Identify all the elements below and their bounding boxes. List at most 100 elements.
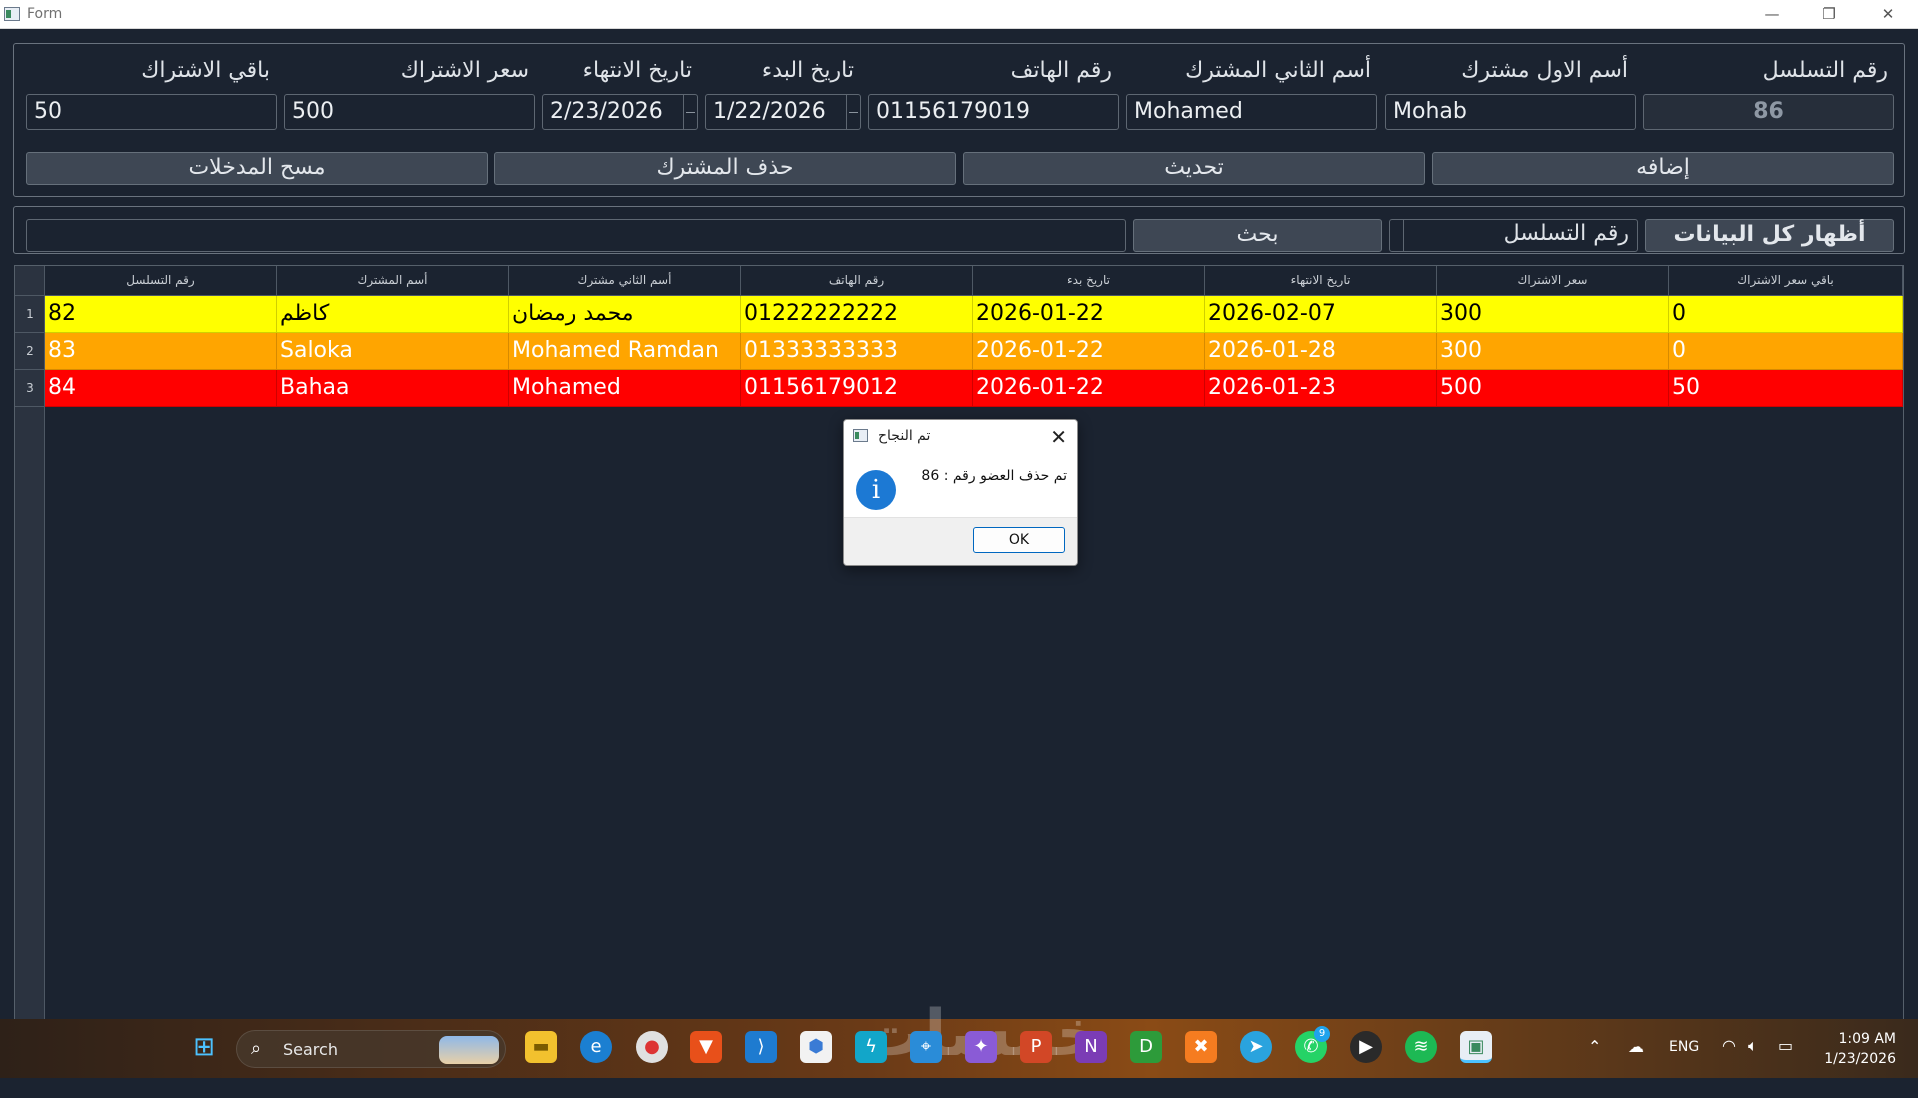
table-cell[interactable]: 500 [1437,370,1669,407]
remaining-field[interactable]: 50 [26,94,277,130]
table-cell[interactable]: 84 [45,370,277,407]
spotify-icon[interactable]: ≋ [1405,1031,1437,1063]
dialog-app-icon [853,429,868,442]
close-button[interactable]: ✕ [1868,3,1908,25]
table-row[interactable]: 83 Saloka Mohamed Ramdan 01333333333 202… [45,333,1903,370]
chrome-icon[interactable]: ● [636,1031,668,1063]
search-input[interactable] [26,219,1126,252]
app-pin-icon[interactable]: ⌖ [910,1031,942,1063]
table-cell[interactable]: 2026-01-28 [1205,333,1437,370]
show-all-button[interactable]: أظهار كل البيانات [1645,219,1894,252]
start-date-field[interactable]: 1/22/2026 [705,94,861,130]
end-date-field[interactable]: 2/23/2026 [542,94,698,130]
restore-button[interactable]: ❐ [1809,3,1849,25]
wifi-icon[interactable]: ◠ [1722,1036,1736,1095]
end-date-spinner[interactable] [683,95,697,129]
delete-subscriber-button[interactable]: حذف المشترك [494,152,956,185]
table-cell[interactable]: 2026-01-22 [973,370,1205,407]
price-field[interactable]: 500 [284,94,535,130]
table-cell[interactable]: 300 [1437,333,1669,370]
clear-inputs-button[interactable]: مسح المدخلات [26,152,488,185]
phone-field[interactable]: 01156179019 [868,94,1119,130]
onenote-icon[interactable]: N [1075,1031,1107,1063]
column-header-second-name[interactable]: أسم الثاني مشترك [509,266,741,296]
table-cell[interactable]: Saloka [277,333,509,370]
app-d-icon[interactable]: D [1130,1031,1162,1063]
second-name-field[interactable]: Mohamed [1126,94,1377,130]
vscode-icon[interactable]: ⟩ [745,1031,777,1063]
table-cell[interactable]: 01333333333 [741,333,973,370]
table-cell[interactable]: 2026-01-22 [973,296,1205,333]
windows-start-icon[interactable]: ⊞ [188,1031,220,1063]
table-row[interactable]: 82 كاظم محمد رمضان 01222222222 2026-01-2… [45,296,1903,333]
table-cell[interactable]: Bahaa [277,370,509,407]
table-corner-button[interactable] [15,266,45,296]
ok-button[interactable]: OK [973,527,1065,553]
telegram-icon[interactable]: ➤ [1240,1031,1272,1063]
table-cell[interactable]: 0 [1669,333,1903,370]
table-header: رقم التسلسل أسم المشترك أسم الثاني مشترك… [15,266,1903,296]
end-date-label: تاريخ الانتهاء [582,58,692,83]
update-button[interactable]: تحديث [963,152,1425,185]
column-header-phone[interactable]: رقم الهاتف [741,266,973,296]
xampp-icon[interactable]: ✖ [1185,1031,1217,1063]
table-cell[interactable]: Mohamed Ramdan [509,333,741,370]
table-cell[interactable]: 50 [1669,370,1903,407]
taskbar-clock[interactable]: 1:09 AM 1/23/2026 [1824,1029,1896,1069]
clock-date: 1/23/2026 [1824,1051,1896,1067]
search-field-selected: رقم التسلسل [1503,221,1629,246]
battery-icon[interactable]: ▭ [1778,1036,1793,1095]
taskbar-search[interactable]: ⌕ Search [236,1030,506,1068]
column-header-price[interactable]: سعر الاشتراك [1437,266,1669,296]
table-cell[interactable]: 0 [1669,296,1903,333]
dialog-close-icon[interactable]: ✕ [1050,425,1067,449]
visual-studio-icon[interactable]: ✦ [965,1031,997,1063]
table-cell[interactable]: 01156179012 [741,370,973,407]
app-bolt-icon[interactable]: ϟ [855,1031,887,1063]
row-header[interactable]: 3 [15,370,45,407]
row-header[interactable]: 1 [15,296,45,333]
brave-icon[interactable]: ▼ [690,1031,722,1063]
serial-label: رقم التسلسل [1762,58,1888,83]
cloud-off-icon[interactable]: ☁ [1628,1037,1644,1096]
table-cell[interactable]: 01222222222 [741,296,973,333]
table-cell[interactable]: 300 [1437,296,1669,333]
table-cell[interactable]: Mohamed [509,370,741,407]
chevron-up-icon[interactable]: ⌃ [1588,1037,1601,1096]
column-header-end-date[interactable]: تاريخ الانتهاء [1205,266,1437,296]
add-button[interactable]: إضافه [1432,152,1894,185]
table-cell[interactable]: كاظم [277,296,509,333]
table-cell[interactable]: محمد رمضان [509,296,741,333]
form-app-taskbar-icon[interactable]: ▣ [1460,1031,1492,1063]
table-cell[interactable]: 2026-01-23 [1205,370,1437,407]
column-header-first-name[interactable]: أسم المشترك [277,266,509,296]
column-header-remaining[interactable]: باقي سعر الاشتراك [1669,266,1903,296]
column-header-start-date[interactable]: تاريخ بدء [973,266,1205,296]
column-header-serial[interactable]: رقم التسلسل [45,266,277,296]
app-cube-icon[interactable]: ⬢ [800,1031,832,1063]
first-name-field[interactable]: Mohab [1385,94,1636,130]
file-explorer-icon[interactable]: ▬ [525,1031,557,1063]
minimize-button[interactable]: — [1752,3,1792,25]
window-title: Form [27,6,63,22]
serial-field[interactable]: 86 [1643,94,1894,130]
volume-icon[interactable]: 🔈︎ [1748,1036,1758,1095]
table-row[interactable]: 84 Bahaa Mohamed 01156179012 2026-01-22 … [45,370,1903,407]
dialog-message: تم حذف العضو رقم : 86 [921,468,1067,484]
table-cell[interactable]: 2026-02-07 [1205,296,1437,333]
search-button[interactable]: بحث [1133,219,1382,252]
table-cell[interactable]: 82 [45,296,277,333]
chevron-down-icon[interactable] [1390,220,1404,251]
powerpoint-icon[interactable]: P [1020,1031,1052,1063]
subscribers-table[interactable]: رقم التسلسل أسم المشترك أسم الثاني مشترك… [14,265,1904,1033]
media-player-icon[interactable]: ▶ [1350,1031,1382,1063]
language-indicator[interactable]: ENG [1669,1039,1699,1098]
start-date-spinner[interactable] [846,95,860,129]
whatsapp-icon[interactable]: ✆ 9 [1295,1026,1330,1063]
price-label: سعر الاشتراك [400,58,529,83]
row-header[interactable]: 2 [15,333,45,370]
search-field-select[interactable]: رقم التسلسل [1389,219,1638,252]
table-cell[interactable]: 2026-01-22 [973,333,1205,370]
edge-icon[interactable]: e [580,1031,612,1063]
table-cell[interactable]: 83 [45,333,277,370]
